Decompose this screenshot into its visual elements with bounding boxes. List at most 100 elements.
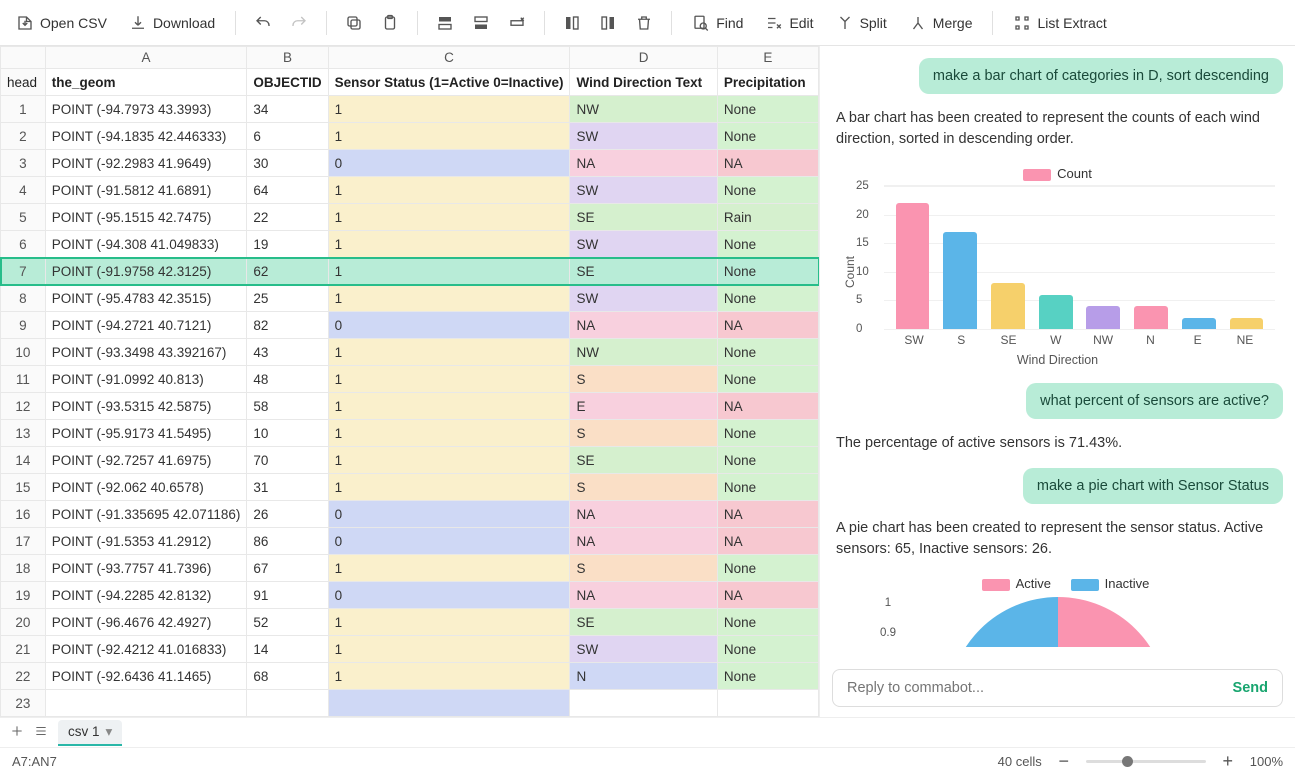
cell[interactable]: POINT (-93.7757 41.7396) (45, 555, 247, 582)
cell[interactable]: 64 (247, 177, 328, 204)
table-row[interactable]: 12 POINT (-93.5315 42.5875) 58 1 E NA (1, 393, 819, 420)
col-letter[interactable]: C (328, 47, 570, 69)
cell[interactable]: None (717, 258, 818, 285)
cell[interactable]: S (570, 366, 717, 393)
cell[interactable]: None (717, 231, 818, 258)
table-row[interactable]: 6 POINT (-94.308 41.049833) 19 1 SW None (1, 231, 819, 258)
cell[interactable]: 1 (328, 393, 570, 420)
list-extract-button[interactable]: List Extract (1005, 8, 1114, 38)
zoom-slider[interactable] (1086, 760, 1206, 763)
header-cell[interactable]: Sensor Status (1=Active 0=Inactive) (328, 69, 570, 96)
cell[interactable]: 67 (247, 555, 328, 582)
cell[interactable]: NA (717, 150, 818, 177)
cell[interactable]: SE (570, 609, 717, 636)
row-index[interactable]: 10 (1, 339, 46, 366)
table-row[interactable]: 15 POINT (-92.062 40.6578) 31 1 S None (1, 474, 819, 501)
cell[interactable] (247, 690, 328, 717)
cell[interactable]: 10 (247, 420, 328, 447)
header-cell[interactable]: Precipitation (717, 69, 818, 96)
row-index[interactable]: 21 (1, 636, 46, 663)
cell[interactable] (45, 690, 247, 717)
cell[interactable]: POINT (-94.2285 42.8132) (45, 582, 247, 609)
cell[interactable]: 68 (247, 663, 328, 690)
open-csv-button[interactable]: Open CSV (8, 8, 115, 38)
cell[interactable]: 0 (328, 582, 570, 609)
row-index[interactable]: 8 (1, 285, 46, 312)
table-row[interactable]: 14 POINT (-92.7257 41.6975) 70 1 SE None (1, 447, 819, 474)
cell[interactable]: Rain (717, 204, 818, 231)
cell[interactable]: 1 (328, 555, 570, 582)
cell[interactable]: 25 (247, 285, 328, 312)
table-row[interactable]: 13 POINT (-95.9173 41.5495) 10 1 S None (1, 420, 819, 447)
cell[interactable]: POINT (-94.2721 40.7121) (45, 312, 247, 339)
cell[interactable]: NA (717, 393, 818, 420)
cell[interactable]: 14 (247, 636, 328, 663)
row-index[interactable]: 18 (1, 555, 46, 582)
cell[interactable]: NA (570, 582, 717, 609)
cell[interactable]: None (717, 285, 818, 312)
cell[interactable]: 58 (247, 393, 328, 420)
cell[interactable]: POINT (-92.6436 41.1465) (45, 663, 247, 690)
merge-button[interactable]: Merge (901, 8, 981, 38)
delete-row-button[interactable] (502, 8, 532, 38)
row-index[interactable]: 7 (1, 258, 46, 285)
split-button[interactable]: Split (828, 8, 895, 38)
row-index[interactable]: 9 (1, 312, 46, 339)
cell[interactable]: 1 (328, 663, 570, 690)
cell[interactable]: POINT (-92.7257 41.6975) (45, 447, 247, 474)
row-index[interactable]: 17 (1, 528, 46, 555)
header-cell[interactable]: the_geom (45, 69, 247, 96)
cell[interactable] (328, 690, 570, 717)
find-button[interactable]: Find (684, 8, 751, 38)
cell[interactable]: S (570, 474, 717, 501)
cell[interactable]: 1 (328, 204, 570, 231)
cell[interactable]: NA (570, 150, 717, 177)
row-index[interactable]: 3 (1, 150, 46, 177)
header-cell[interactable]: OBJECTID (247, 69, 328, 96)
sheet-menu-button[interactable] (34, 724, 48, 741)
cell[interactable]: NA (570, 312, 717, 339)
col-letter[interactable]: E (717, 47, 818, 69)
cell[interactable]: SE (570, 258, 717, 285)
insert-row-above-button[interactable] (430, 8, 460, 38)
undo-button[interactable] (248, 8, 278, 38)
table-row[interactable]: 21 POINT (-92.4212 41.016833) 14 1 SW No… (1, 636, 819, 663)
row-index[interactable]: 2 (1, 123, 46, 150)
cell[interactable]: POINT (-91.0992 40.813) (45, 366, 247, 393)
row-index[interactable]: 5 (1, 204, 46, 231)
cell[interactable]: POINT (-96.4676 42.4927) (45, 609, 247, 636)
table-row[interactable]: 7 POINT (-91.9758 42.3125) 62 1 SE None (1, 258, 819, 285)
table-row[interactable]: 4 POINT (-91.5812 41.6891) 64 1 SW None (1, 177, 819, 204)
cell[interactable]: SW (570, 123, 717, 150)
sheet-tab[interactable]: csv 1 ▾ (58, 720, 122, 746)
insert-row-below-button[interactable] (466, 8, 496, 38)
cell[interactable]: 1 (328, 447, 570, 474)
cell[interactable]: SE (570, 204, 717, 231)
cell[interactable]: None (717, 339, 818, 366)
cell[interactable]: POINT (-93.5315 42.5875) (45, 393, 247, 420)
cell[interactable]: NA (717, 528, 818, 555)
cell[interactable]: 62 (247, 258, 328, 285)
table-row[interactable]: 19 POINT (-94.2285 42.8132) 91 0 NA NA (1, 582, 819, 609)
cell[interactable]: 1 (328, 474, 570, 501)
col-letter[interactable]: B (247, 47, 328, 69)
cell[interactable]: POINT (-94.1835 42.446333) (45, 123, 247, 150)
table-row[interactable]: 22 POINT (-92.6436 41.1465) 68 1 N None (1, 663, 819, 690)
cell[interactable]: 91 (247, 582, 328, 609)
cell[interactable]: 48 (247, 366, 328, 393)
edit-button[interactable]: Edit (757, 8, 821, 38)
row-index[interactable]: 13 (1, 420, 46, 447)
row-index[interactable]: 16 (1, 501, 46, 528)
row-index[interactable]: 14 (1, 447, 46, 474)
table-row[interactable]: 10 POINT (-93.3498 43.392167) 43 1 NW No… (1, 339, 819, 366)
cell[interactable]: NA (717, 582, 818, 609)
cell[interactable]: POINT (-95.9173 41.5495) (45, 420, 247, 447)
table-row[interactable]: 2 POINT (-94.1835 42.446333) 6 1 SW None (1, 123, 819, 150)
cell[interactable]: 1 (328, 636, 570, 663)
cell[interactable]: 1 (328, 123, 570, 150)
cell[interactable]: 6 (247, 123, 328, 150)
cell[interactable]: 1 (328, 366, 570, 393)
cell[interactable]: POINT (-91.5353 41.2912) (45, 528, 247, 555)
cell[interactable]: None (717, 636, 818, 663)
delete-col-button[interactable] (629, 8, 659, 38)
